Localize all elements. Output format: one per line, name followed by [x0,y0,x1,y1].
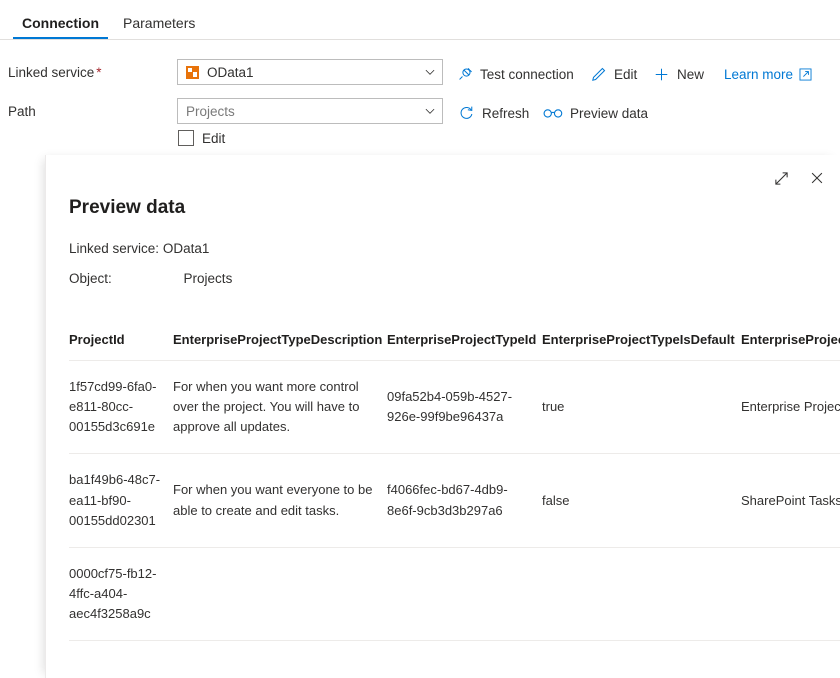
cell-projectid: 1f57cd99-6fa0-e811-80cc-00155d3c691e [69,361,173,454]
column-header-description[interactable]: EnterpriseProjectTypeDescription [173,332,387,361]
preview-data-label: Preview data [570,106,648,121]
panel-title: Preview data [69,197,185,219]
tab-connection[interactable]: Connection [10,16,111,39]
cell-typename: SharePoint Tasks List [741,454,840,547]
tab-parameters-label: Parameters [123,15,195,31]
preview-data-panel: Preview data Linked service: OData1 Obje… [45,155,840,678]
cell-description: For when you want everyone to be able to… [173,454,387,547]
refresh-icon [458,105,475,122]
path-value: Projects [186,104,424,119]
learn-more-link[interactable]: Learn more [724,64,812,84]
close-panel-button[interactable] [804,165,830,191]
preview-data-table: ProjectId EnterpriseProjectTypeDescripti… [69,332,840,641]
table-row: ba1f49b6-48c7-ea11-bf90-00155dd02301 For… [69,454,840,547]
cell-typeid [387,547,542,640]
linked-service-dropdown[interactable]: OData1 [177,59,443,85]
cell-projectid: 0000cf75-fb12-4ffc-a404-aec4f3258a9c [69,547,173,640]
linked-service-label-text: Linked service [8,65,94,80]
column-header-typeid[interactable]: EnterpriseProjectTypeId [387,332,542,361]
test-connection-label: Test connection [480,67,574,82]
cell-projectid: ba1f49b6-48c7-ea11-bf90-00155dd02301 [69,454,173,547]
linked-service-value: OData1 [207,65,424,80]
cell-isdefault: false [542,454,741,547]
table-row: 0000cf75-fb12-4ffc-a404-aec4f3258a9c [69,547,840,640]
edit-linked-service-label: Edit [614,67,637,82]
tab-parameters[interactable]: Parameters [111,16,207,39]
preview-table-scroll[interactable]: ProjectId EnterpriseProjectTypeDescripti… [69,332,840,641]
edit-linked-service-button[interactable]: Edit [590,64,637,84]
cell-description [173,547,387,640]
cell-typeid: f4066fec-bd67-4db9-8e6f-9cb3d3b297a6 [387,454,542,547]
column-header-isdefault[interactable]: EnterpriseProjectTypeIsDefault [542,332,741,361]
panel-actions [768,165,830,191]
path-label: Path [8,104,36,119]
test-connection-button[interactable]: Test connection [456,64,574,84]
table-row: 1f57cd99-6fa0-e811-80cc-00155d3c691e For… [69,361,840,454]
panel-object-value: Projects [184,271,233,286]
panel-object-row: Object: Projects [69,271,232,286]
cell-isdefault: true [542,361,741,454]
expand-diagonal-icon [774,171,789,186]
column-header-projectid[interactable]: ProjectId [69,332,173,361]
tab-connection-label: Connection [22,15,99,31]
external-link-icon [799,68,812,81]
panel-object-label: Object: [69,271,112,286]
glasses-icon [543,106,563,120]
panel-linked-service-row: Linked service: OData1 [69,241,209,256]
plus-icon [653,66,670,83]
cell-typename: Enterprise Project [741,361,840,454]
cell-isdefault [542,547,741,640]
cell-typename [741,547,840,640]
chevron-down-icon [424,105,436,117]
expand-panel-button[interactable] [768,165,794,191]
path-label-text: Path [8,104,36,119]
refresh-button[interactable]: Refresh [458,103,529,123]
new-linked-service-label: New [677,67,704,82]
linked-service-label: Linked service* [8,65,102,80]
odata-service-icon [186,66,199,79]
panel-linked-service-value: OData1 [163,241,210,256]
edit-path-checkbox[interactable]: Edit [178,130,225,146]
required-asterisk: * [96,65,101,80]
tab-strip: Connection Parameters [0,0,840,40]
checkbox-box [178,130,194,146]
panel-linked-service-label: Linked service: [69,241,159,256]
preview-data-button[interactable]: Preview data [543,103,648,123]
column-header-typename[interactable]: EnterpriseProjectTypeName [741,332,840,361]
cell-typeid: 09fa52b4-059b-4527-926e-99f9be96437a [387,361,542,454]
edit-path-checkbox-label: Edit [202,131,225,146]
cell-description: For when you want more control over the … [173,361,387,454]
table-header-row: ProjectId EnterpriseProjectTypeDescripti… [69,332,840,361]
close-icon [810,171,824,185]
plug-icon [456,66,473,83]
refresh-label: Refresh [482,106,529,121]
pencil-icon [590,66,607,83]
learn-more-label: Learn more [724,67,793,82]
chevron-down-icon [424,66,436,78]
path-dropdown[interactable]: Projects [177,98,443,124]
new-linked-service-button[interactable]: New [653,64,704,84]
